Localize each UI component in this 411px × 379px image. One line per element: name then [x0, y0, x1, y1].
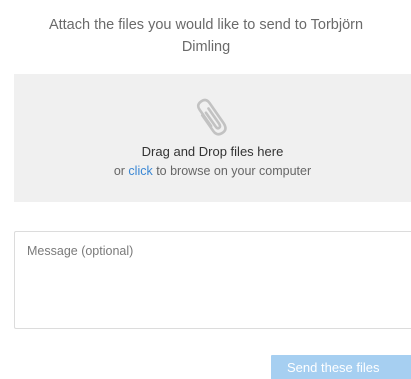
dropzone-title: Drag and Drop files here — [141, 144, 284, 159]
send-files-button[interactable]: Send these files — [271, 355, 411, 379]
attach-instructions: Attach the files you would like to send … — [14, 14, 398, 58]
dropzone-subtitle-suffix: to browse on your computer — [152, 164, 312, 178]
instructions-line-1: Attach the files you would like to send … — [48, 17, 364, 33]
message-textarea[interactable] — [14, 231, 411, 329]
paperclip-icon — [196, 98, 227, 136]
instructions-line-2: Dimling — [181, 39, 231, 55]
dropzone-subtitle-prefix: or — [113, 164, 129, 178]
attach-files-dialog: Attach the files you would like to send … — [0, 0, 411, 379]
browse-click-link[interactable]: click — [128, 164, 152, 178]
dropzone-subtitle: or click to browse on your computer — [14, 162, 411, 180]
